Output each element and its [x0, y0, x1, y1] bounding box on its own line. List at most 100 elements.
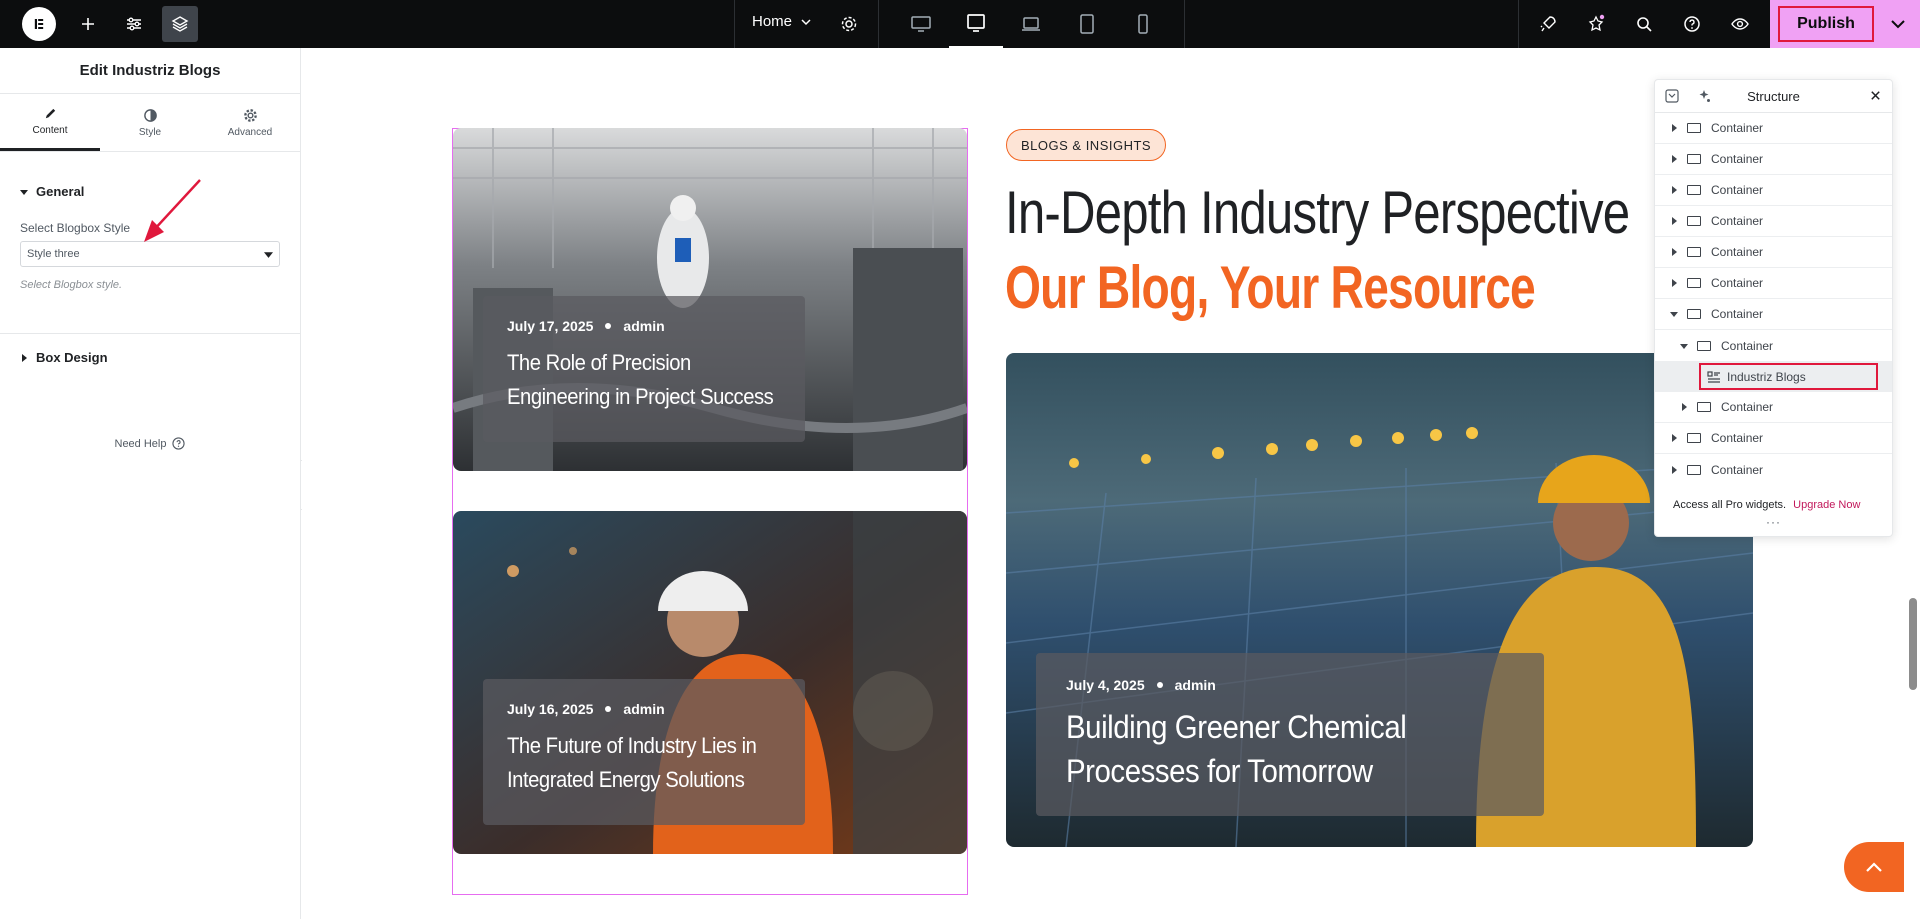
collapse-all-icon[interactable]	[1665, 89, 1679, 103]
post-title[interactable]: The Future of Industry Lies in Integrate…	[507, 729, 783, 797]
structure-item-selected[interactable]: Industriz Blogs	[1655, 361, 1892, 392]
post-date: July 16, 2025	[507, 701, 594, 717]
structure-item[interactable]: Container	[1655, 206, 1892, 237]
structure-item-label: Container	[1711, 121, 1764, 135]
elementor-logo-icon[interactable]	[22, 7, 56, 41]
need-help-label: Need Help	[114, 437, 167, 450]
caret-right-icon[interactable]	[1669, 278, 1679, 288]
post-author[interactable]: admin	[623, 701, 664, 717]
post-overlay: July 4, 2025 admin Building Greener Chem…	[1036, 653, 1544, 816]
blog-card-featured[interactable]: July 4, 2025 admin Building Greener Chem…	[1006, 353, 1753, 847]
need-help-link[interactable]: Need Help	[0, 437, 300, 450]
post-author[interactable]: admin	[623, 318, 664, 334]
pro-upsell: Access all Pro widgets. Upgrade Now	[1655, 485, 1892, 511]
tab-label: Style	[138, 126, 162, 138]
caret-right-icon[interactable]	[1669, 433, 1679, 443]
post-title[interactable]: Building Greener Chemical Processes for …	[1066, 705, 1508, 793]
container-icon	[1697, 402, 1711, 412]
rocket-icon[interactable]	[1530, 6, 1566, 42]
container-icon	[1687, 216, 1701, 226]
scroll-to-top-button[interactable]	[1844, 842, 1904, 892]
structure-item-label: Container	[1711, 276, 1764, 290]
structure-item[interactable]: Container	[1655, 144, 1892, 175]
container-icon	[1687, 123, 1701, 133]
structure-item[interactable]: Container	[1655, 113, 1892, 144]
structure-item-expanded[interactable]: Container	[1655, 299, 1892, 330]
search-icon[interactable]	[1626, 6, 1662, 42]
container-icon	[1687, 278, 1701, 288]
close-icon[interactable]	[1869, 89, 1882, 102]
red-arrow-annotation	[144, 179, 201, 242]
desktop-device-icon[interactable]	[894, 0, 948, 48]
top-bar: Home Publish	[0, 0, 1920, 48]
resize-handle-icon[interactable]: ···	[1655, 515, 1892, 529]
divider	[1184, 0, 1185, 48]
structure-item[interactable]: Container	[1655, 392, 1892, 423]
tab-label: Content	[32, 125, 68, 136]
upgrade-now-link[interactable]: Upgrade Now	[1793, 499, 1860, 511]
post-meta: July 4, 2025 admin	[1066, 677, 1514, 693]
dot-separator	[605, 323, 612, 329]
divider	[734, 0, 735, 48]
help-icon[interactable]	[1674, 6, 1710, 42]
structure-item[interactable]: Container	[1655, 268, 1892, 299]
structure-item-expanded[interactable]: Container	[1655, 330, 1892, 361]
container-icon	[1697, 340, 1711, 351]
caret-right-icon[interactable]	[1669, 247, 1679, 257]
caret-right-icon[interactable]	[1669, 465, 1679, 475]
caret-right-icon[interactable]	[1669, 216, 1679, 226]
caret-right-icon[interactable]	[1669, 123, 1679, 133]
canvas-scrollbar[interactable]	[1909, 598, 1917, 690]
select-value: Style three	[27, 248, 80, 260]
structure-item[interactable]: Container	[1655, 454, 1892, 485]
ai-sparkle-icon[interactable]	[1697, 89, 1711, 103]
caret-right-icon[interactable]	[1679, 402, 1689, 412]
page-settings-gear-icon[interactable]	[831, 6, 867, 42]
dot-separator	[1156, 682, 1163, 688]
pencil-icon	[45, 108, 55, 119]
structure-panel: Structure Container Container Container …	[1654, 79, 1893, 537]
layers-icon[interactable]	[162, 6, 198, 42]
structure-item-label: Container	[1711, 214, 1764, 228]
panel-title: Edit Industriz Blogs	[0, 48, 300, 94]
chevron-down-icon	[801, 18, 811, 25]
caret-right-icon[interactable]	[1669, 154, 1679, 164]
add-element-icon[interactable]	[70, 6, 106, 42]
site-settings-icon[interactable]	[116, 6, 152, 42]
publish-button[interactable]: Publish	[1778, 6, 1874, 42]
structure-item[interactable]: Container	[1655, 423, 1892, 454]
caret-down-icon[interactable]	[1669, 309, 1679, 319]
notifications-icon[interactable]	[1578, 6, 1614, 42]
blog-card[interactable]: July 16, 2025 admin The Future of Indust…	[453, 511, 967, 854]
contrast-icon	[143, 108, 157, 122]
container-icon	[1687, 154, 1701, 164]
tab-label: Advanced	[227, 126, 273, 138]
laptop-device-icon[interactable]	[1004, 0, 1058, 48]
caret-right-icon[interactable]	[1669, 185, 1679, 195]
tab-style[interactable]: Style	[100, 94, 200, 151]
post-meta: July 16, 2025 admin	[507, 701, 781, 717]
chevron-down-icon[interactable]	[1886, 12, 1910, 36]
mobile-device-icon[interactable]	[1116, 0, 1170, 48]
preview-eye-icon[interactable]	[1722, 6, 1758, 42]
post-title[interactable]: The Role of Precision Engineering in Pro…	[507, 346, 783, 414]
tab-content[interactable]: Content	[0, 94, 100, 151]
section-box-design[interactable]: Box Design	[0, 350, 300, 365]
structure-item[interactable]: Container	[1655, 175, 1892, 206]
panel-tabs: Content Style Advanced	[0, 94, 300, 152]
structure-item-label: Container	[1711, 431, 1764, 445]
caret-right-icon	[22, 353, 27, 362]
post-date: July 17, 2025	[507, 318, 594, 334]
structure-item[interactable]: Container	[1655, 237, 1892, 268]
blog-card[interactable]: July 17, 2025 admin The Role of Precisio…	[453, 128, 967, 471]
section-heading-accent: Our Blog, Your Resource	[1005, 254, 1536, 321]
widescreen-device-icon[interactable]	[949, 0, 1003, 48]
structure-item-label: Container	[1711, 307, 1764, 321]
post-author[interactable]: admin	[1175, 677, 1216, 693]
pro-upsell-text: Access all Pro widgets.	[1673, 499, 1787, 511]
tab-advanced[interactable]: Advanced	[200, 94, 300, 151]
tablet-device-icon[interactable]	[1060, 0, 1114, 48]
page-select[interactable]: Home	[752, 13, 812, 30]
page-select-label: Home	[752, 13, 793, 30]
caret-down-icon[interactable]	[1679, 341, 1689, 351]
